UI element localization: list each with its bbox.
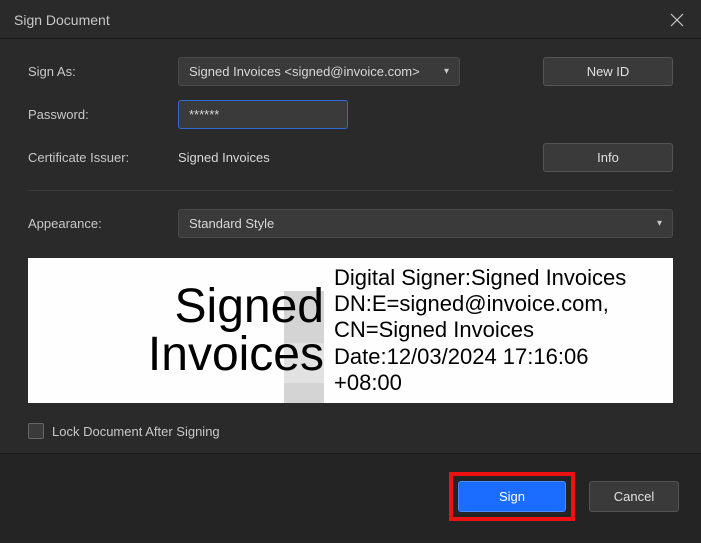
sign-button[interactable]: Sign [458,481,566,512]
sign-as-row: Sign As: Signed Invoices <signed@invoice… [28,57,673,86]
signature-detail-line: DN:E=signed@invoice.com, [334,291,659,317]
sign-as-dropdown[interactable]: Signed Invoices <signed@invoice.com> ▾ [178,57,460,86]
signature-detail-line: CN=Signed Invoices [334,317,659,343]
lock-document-row: Lock Document After Signing [28,423,673,439]
chevron-down-icon: ▾ [657,218,662,229]
password-row: Password: [28,100,673,129]
new-id-button[interactable]: New ID [543,57,673,86]
close-icon[interactable] [667,10,687,30]
sign-button-highlight: Sign [449,472,575,521]
dialog-title: Sign Document [14,12,110,28]
dialog-content: Sign As: Signed Invoices <signed@invoice… [0,39,701,453]
appearance-label: Appearance: [28,216,168,231]
sign-as-label: Sign As: [28,64,168,79]
appearance-row: Appearance: Standard Style ▾ [28,209,673,238]
info-button[interactable]: Info [543,143,673,172]
certificate-issuer-row: Certificate Issuer: Signed Invoices Info [28,143,673,172]
signature-detail-line: Digital Signer:Signed Invoices [334,265,659,291]
appearance-value: Standard Style [189,216,274,231]
certificate-issuer-value: Signed Invoices [178,150,533,165]
signature-name-line1: Signed [175,280,324,333]
signature-detail-line: Date:12/03/2024 17:16:06 [334,344,659,370]
signature-preview-details: Digital Signer:Signed Invoices DN:E=sign… [334,265,659,397]
chevron-down-icon: ▾ [444,66,449,77]
certificate-issuer-label: Certificate Issuer: [28,150,168,165]
signature-name-line2: Invoices [148,328,324,381]
sign-document-dialog: Sign Document Sign As: Signed Invoices <… [0,0,701,543]
titlebar: Sign Document [0,0,701,39]
password-input[interactable] [178,100,348,129]
lock-document-checkbox[interactable] [28,423,44,439]
lock-document-label: Lock Document After Signing [52,424,220,439]
signature-detail-line: +08:00 [334,370,659,396]
divider [28,190,673,191]
signature-preview-name: Signed Invoices [34,283,324,379]
cancel-button[interactable]: Cancel [589,481,679,512]
signature-preview: Signed Invoices Digital Signer:Signed In… [28,258,673,403]
appearance-dropdown[interactable]: Standard Style ▾ [178,209,673,238]
dialog-footer: Sign Cancel [0,453,701,543]
sign-as-value: Signed Invoices <signed@invoice.com> [189,64,420,79]
password-label: Password: [28,107,168,122]
